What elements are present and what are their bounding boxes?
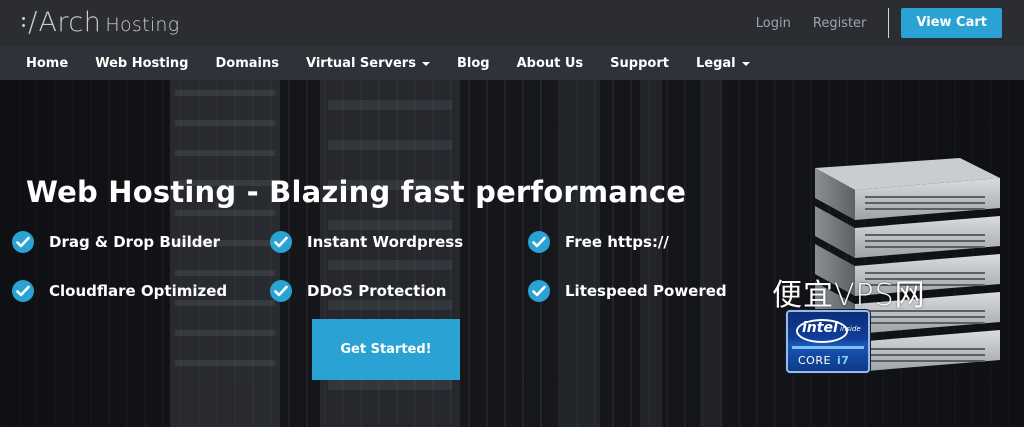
account-links: Login Register View Cart	[756, 8, 1002, 38]
nav-item-domains[interactable]: Domains	[216, 56, 280, 71]
hero-title: Web Hosting - Blazing fast performance	[26, 175, 687, 209]
login-link[interactable]: Login	[756, 16, 791, 31]
top-bar: / Arch Hosting Login Register View Cart	[0, 0, 1024, 46]
nav-item-legal[interactable]: Legal	[696, 56, 750, 71]
hero-banner: Web Hosting - Blazing fast performance D…	[0, 80, 1024, 427]
feature-label: Cloudflare Optimized	[49, 282, 228, 300]
view-cart-button[interactable]: View Cart	[901, 8, 1002, 38]
intel-core-label: CORE i7	[798, 354, 849, 367]
logo-mark: / Arch	[22, 8, 101, 36]
feature-item: Cloudflare Optimized	[12, 280, 227, 302]
feature-label: Free https://	[565, 233, 669, 251]
intel-brand: intel	[802, 320, 838, 336]
divider	[888, 8, 890, 38]
feature-label: Drag & Drop Builder	[49, 233, 221, 251]
chevron-down-icon	[421, 61, 430, 66]
check-circle-icon	[528, 280, 550, 302]
get-started-button[interactable]: Get Started!	[312, 319, 460, 380]
nav-item-label: Support	[610, 55, 669, 71]
feature-label: Litespeed Powered	[565, 282, 727, 300]
nav-item-label: Virtual Servers	[306, 55, 416, 71]
chevron-down-icon	[741, 61, 750, 66]
nav-item-home[interactable]: Home	[26, 56, 68, 71]
register-link[interactable]: Register	[813, 16, 867, 31]
feature-item: Instant Wordpress	[270, 231, 463, 253]
feature-label: DDoS Protection	[307, 282, 447, 300]
feature-item: Free https://	[528, 231, 669, 253]
nav-item-blog[interactable]: Blog	[457, 56, 490, 71]
nav-item-label: Domains	[215, 55, 280, 71]
logo-subtitle: Hosting	[105, 14, 180, 36]
feature-item: DDoS Protection	[270, 280, 446, 302]
nav-item-about-us[interactable]: About Us	[517, 56, 584, 71]
core-text: CORE	[798, 354, 831, 367]
check-circle-icon	[12, 231, 34, 253]
badge-stripe	[792, 346, 864, 349]
logo-slash: /	[28, 5, 38, 38]
feature-label: Instant Wordpress	[307, 233, 464, 251]
logo-dots-icon	[22, 17, 25, 27]
logo-brand: Arch	[38, 6, 102, 38]
core-model: i7	[836, 354, 850, 367]
nav-item-label: Home	[26, 55, 69, 71]
intel-inside: inside	[840, 325, 861, 333]
site-logo[interactable]: / Arch Hosting	[22, 5, 179, 39]
check-circle-icon	[270, 280, 292, 302]
nav-item-web-hosting[interactable]: Web Hosting	[95, 56, 188, 71]
nav-item-virtual-servers[interactable]: Virtual Servers	[306, 56, 430, 71]
nav-item-support[interactable]: Support	[610, 56, 669, 71]
check-circle-icon	[12, 280, 34, 302]
main-nav: Home Web Hosting Domains Virtual Servers…	[0, 46, 1024, 80]
intel-core-i7-badge: intel inside CORE i7	[786, 310, 870, 373]
feature-item: Drag & Drop Builder	[12, 231, 220, 253]
nav-item-label: Blog	[456, 55, 490, 71]
check-circle-icon	[528, 231, 550, 253]
watermark-text: 便宜VPS网	[772, 278, 926, 313]
feature-item: Litespeed Powered	[528, 280, 727, 302]
nav-item-label: Web Hosting	[95, 55, 189, 71]
check-circle-icon	[270, 231, 292, 253]
nav-item-label: Legal	[695, 55, 736, 71]
nav-item-label: About Us	[516, 55, 584, 71]
